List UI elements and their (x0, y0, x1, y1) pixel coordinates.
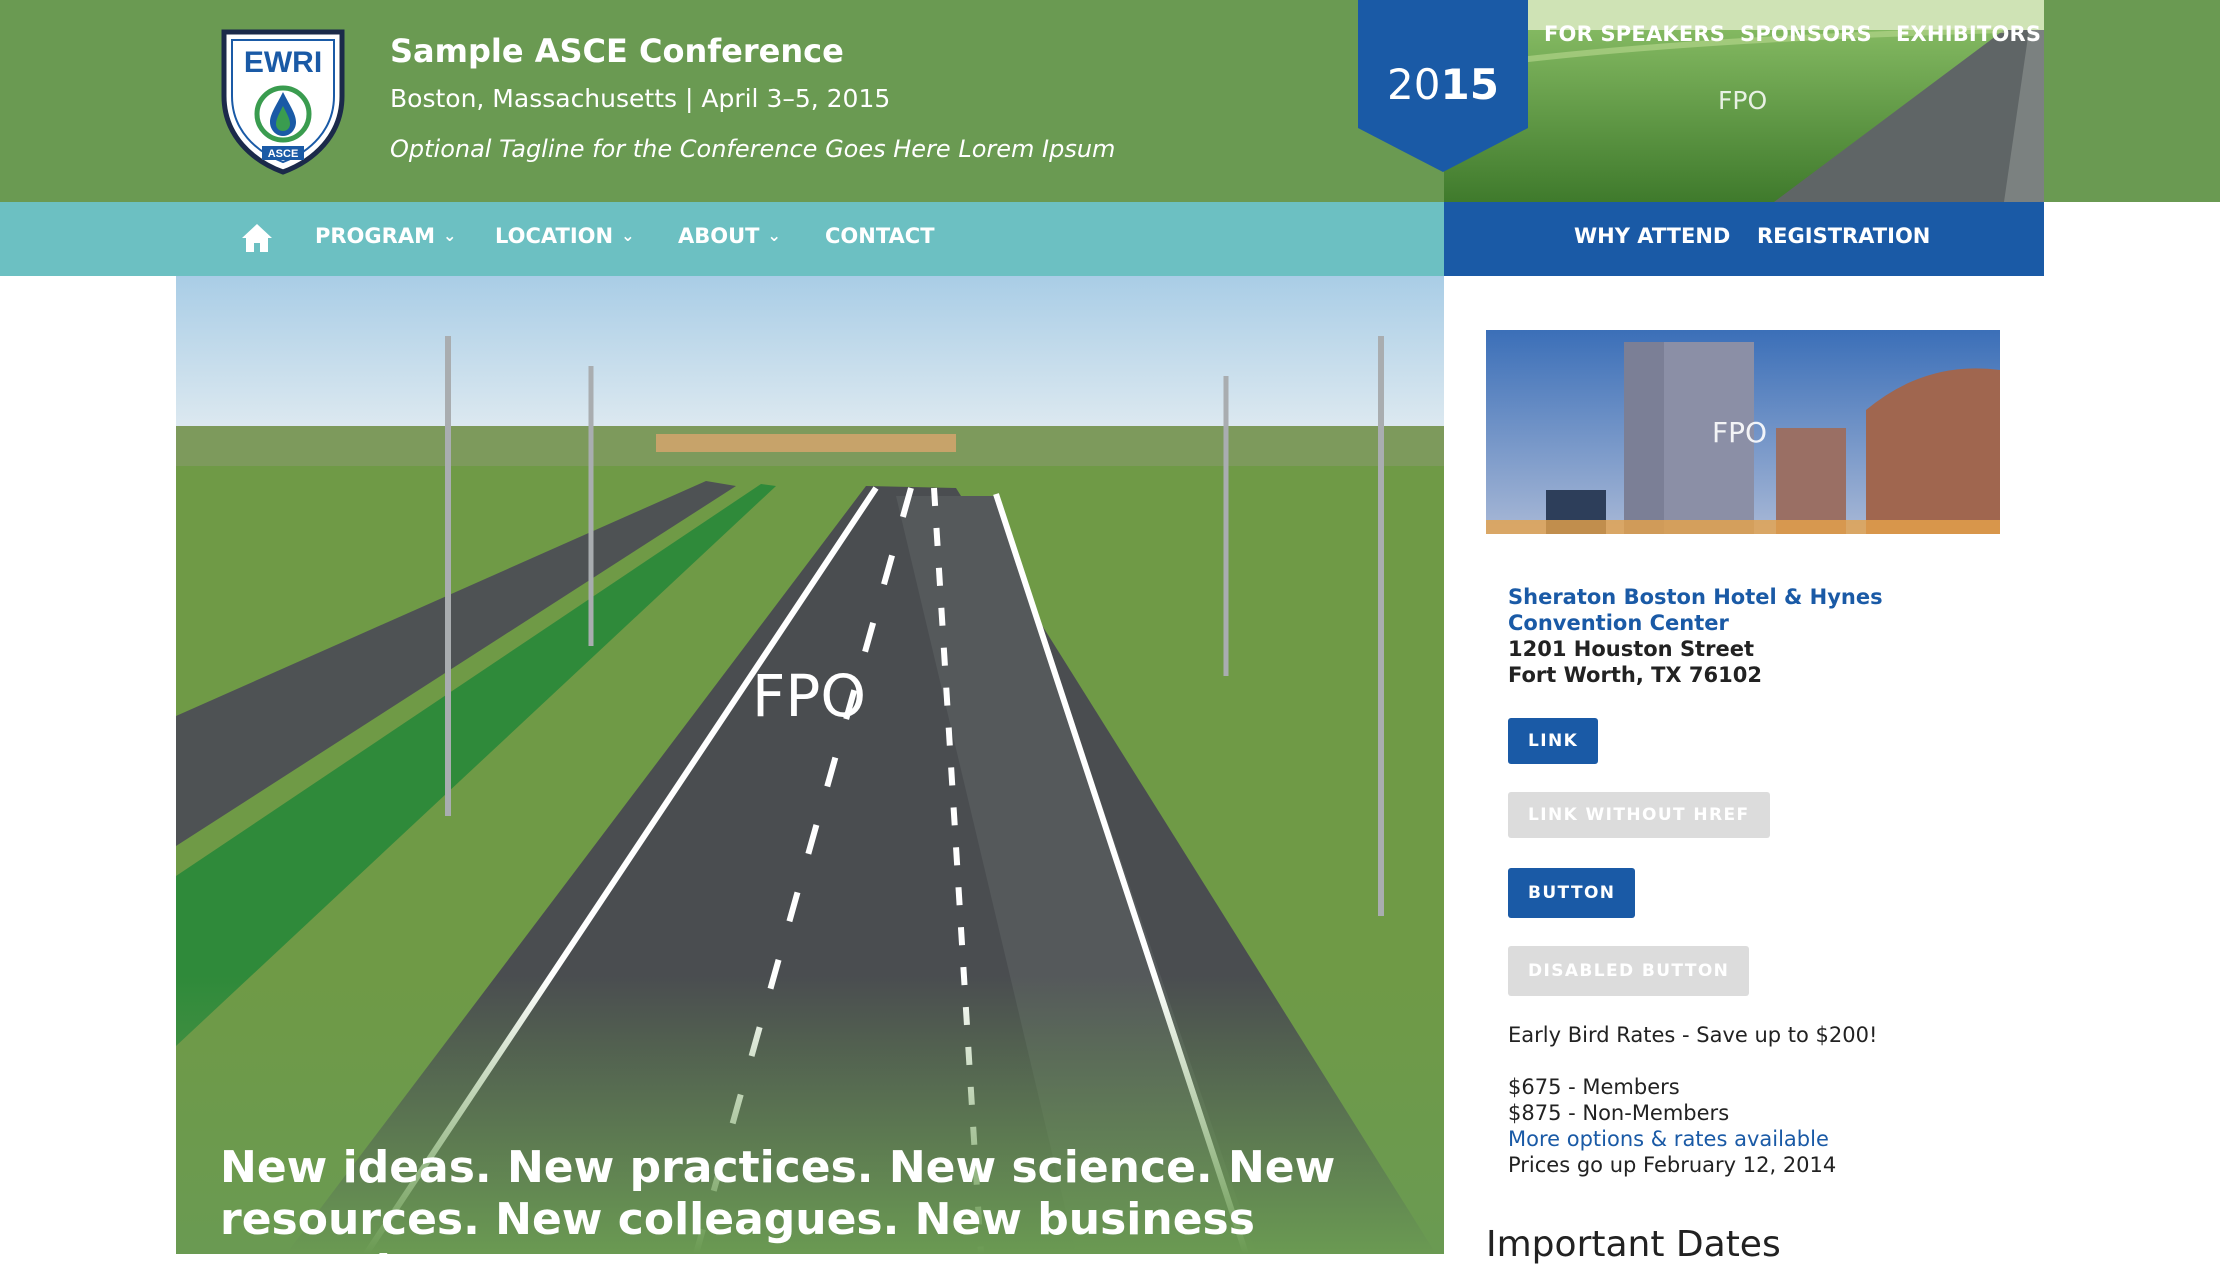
hotel-photo-placeholder: FPO (1712, 416, 1768, 449)
chevron-down-icon: ⌄ (442, 226, 457, 245)
year-light: 20 (1387, 60, 1441, 109)
nav-program-label: PROGRAM (315, 224, 435, 248)
prices-note: Prices go up February 12, 2014 (1508, 1153, 1837, 1177)
nav-location[interactable]: LOCATION ⌄ (495, 224, 635, 248)
nav-about[interactable]: ABOUT ⌄ (678, 224, 781, 248)
year-bold: 15 (1440, 60, 1499, 109)
nav-registration[interactable]: REGISTRATION (1757, 224, 1930, 248)
rate-members: $675 - Members (1508, 1075, 1680, 1099)
address-line-1: 1201 Houston Street (1508, 637, 1754, 661)
nav-location-label: LOCATION (495, 224, 614, 248)
important-dates-heading: Important Dates (1486, 1224, 1781, 1265)
early-bird-text: Early Bird Rates - Save up to $200! (1508, 1023, 1878, 1047)
chevron-down-icon: ⌄ (767, 226, 781, 245)
nav-program[interactable]: PROGRAM ⌄ (315, 224, 456, 248)
header-photo-placeholder: FPO (1718, 86, 1768, 115)
home-icon[interactable] (240, 222, 274, 254)
link-button[interactable]: LINK (1508, 718, 1599, 764)
hero-section: FPO New ideas. New practices. New scienc… (176, 276, 1444, 1254)
utility-nav-sponsors[interactable]: SPONSORS (1740, 22, 1872, 46)
chevron-down-icon: ⌄ (621, 226, 635, 245)
secondary-nav (1444, 202, 2044, 276)
disabled-button: DISABLED BUTTON (1508, 946, 1750, 996)
hotel-name-link[interactable]: Sheraton Boston Hotel & Hynes Convention… (1508, 584, 1988, 636)
hero-photo-placeholder: FPO (752, 662, 866, 730)
year-label: 2015 (1358, 60, 1528, 109)
rate-non-members: $875 - Non-Members (1508, 1101, 1730, 1125)
conference-location-date: Boston, Massachusetts | April 3–5, 2015 (390, 84, 891, 113)
more-options-link[interactable]: More options & rates available (1508, 1127, 1829, 1151)
hero-photo (176, 276, 1444, 1254)
nav-about-label: ABOUT (678, 224, 760, 248)
ewri-logo[interactable]: ASCE EWRI (218, 26, 348, 176)
link-without-href-button: LINK WITHOUT HREF (1508, 792, 1770, 838)
address-line-2: Fort Worth, TX 76102 (1508, 663, 1762, 687)
logo-text: EWRI (244, 46, 322, 79)
conference-title[interactable]: Sample ASCE Conference (390, 32, 844, 70)
nav-contact[interactable]: CONTACT (825, 224, 935, 248)
utility-nav-exhibitors[interactable]: EXHIBITORS (1896, 22, 2041, 46)
conference-tagline: Optional Tagline for the Conference Goes… (390, 135, 1116, 163)
nav-why-attend[interactable]: WHY ATTEND (1574, 224, 1730, 248)
logo-subtext: ASCE (268, 148, 299, 160)
primary-button[interactable]: BUTTON (1508, 868, 1636, 918)
hero-headline: New ideas. New practices. New science. N… (220, 1142, 1336, 1254)
utility-nav-for-speakers[interactable]: FOR SPEAKERS (1544, 22, 1725, 46)
